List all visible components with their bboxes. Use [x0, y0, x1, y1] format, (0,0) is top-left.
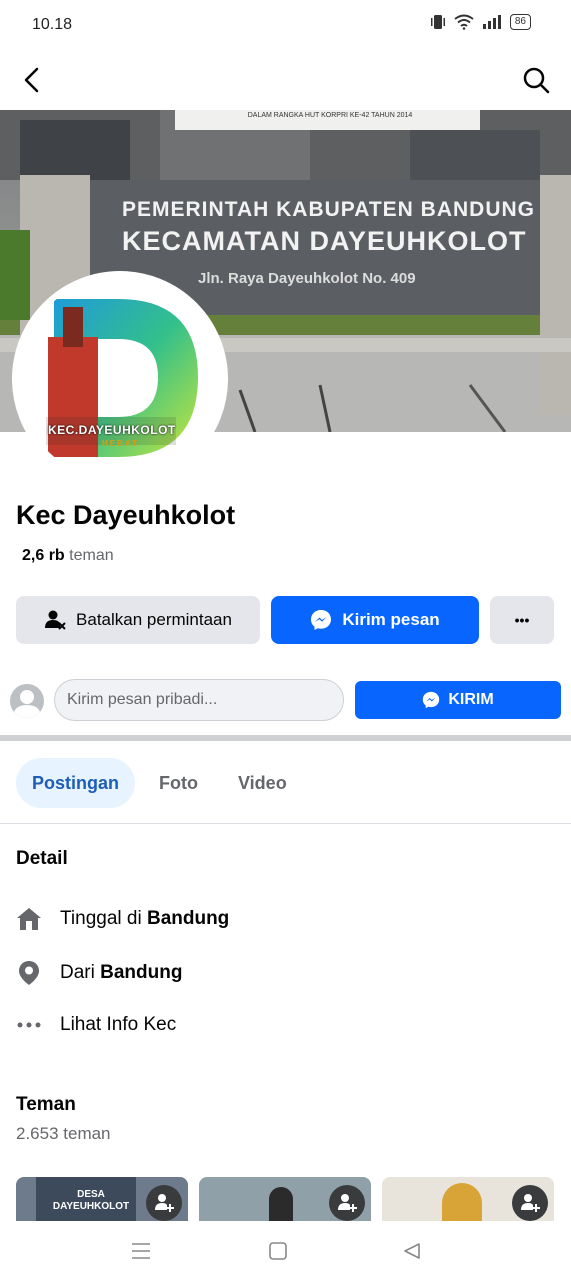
add-friend-button[interactable] [512, 1185, 548, 1221]
default-avatar-icon [10, 684, 44, 718]
friend-card[interactable] [199, 1177, 371, 1221]
home-icon [17, 908, 41, 930]
logo-text-main: KEC.DAYEUHKOLOT [48, 423, 176, 437]
cover-sign-line1: PEMERINTAH KABUPATEN BANDUNG [122, 198, 535, 221]
tab-posts[interactable]: Postingan [16, 758, 136, 808]
friends-heading: Teman [16, 1094, 76, 1115]
tab-photos[interactable]: Foto [143, 758, 214, 808]
messenger-icon [423, 691, 440, 709]
status-icons: 86 [430, 14, 531, 30]
see-info-link[interactable]: Lihat Info Kec [16, 1010, 176, 1040]
friend-card[interactable]: DESA DAYEUHKOLOT [16, 1177, 188, 1221]
top-bar [0, 52, 571, 108]
more-dots-icon [17, 1022, 41, 1028]
cover-sign-top: DALAM RANGKA HUT KORPRI KE-42 TAHUN 2014 [247, 112, 413, 119]
search-button[interactable] [516, 60, 556, 100]
see-info-label: Lihat Info Kec [60, 1014, 177, 1035]
detail-heading: Detail [16, 848, 68, 869]
send-message-label: Kirim pesan [342, 610, 440, 629]
private-message-input[interactable] [54, 679, 344, 721]
cancel-request-button[interactable]: Batalkan permintaan [16, 596, 260, 644]
menu-lines-icon [132, 1243, 150, 1259]
add-friend-button[interactable] [329, 1185, 365, 1221]
detail-lives-in: Tinggal di Bandung [16, 904, 229, 934]
battery-indicator: 86 [509, 14, 531, 30]
vibrate-icon [430, 15, 445, 29]
add-friend-icon [155, 1194, 174, 1212]
lives-in-value[interactable]: Bandung [147, 908, 229, 929]
tabs-divider [0, 823, 571, 824]
friend-card-caption: DESA DAYEUHKOLOT [52, 1189, 130, 1212]
private-message-row: KIRIM [0, 678, 571, 722]
back-button[interactable] [12, 60, 52, 100]
detail-from: Dari Bandung [16, 958, 182, 988]
lives-in-prefix: Tinggal di [60, 908, 142, 929]
back-nav-button[interactable] [402, 1241, 422, 1261]
system-nav-bar [0, 1221, 571, 1280]
home-nav-button[interactable] [268, 1241, 288, 1261]
send-message-button[interactable]: Kirim pesan [271, 596, 479, 644]
page-title: Kec Dayeuhkolot [16, 500, 236, 530]
location-pin-icon [19, 961, 39, 985]
from-prefix: Dari [60, 962, 95, 983]
search-icon [523, 67, 550, 94]
profile-picture[interactable]: KEC.DAYEUHKOLOT HEBAT [12, 271, 228, 487]
friends-total: 2.653 teman [16, 1124, 111, 1143]
add-friend-icon [338, 1194, 357, 1212]
triangle-back-icon [404, 1243, 420, 1259]
add-friend-icon [521, 1194, 540, 1212]
tab-videos[interactable]: Video [222, 758, 303, 808]
section-divider [0, 735, 571, 741]
avatar [10, 684, 44, 718]
back-arrow-icon [24, 67, 39, 93]
status-time: 10.18 [32, 16, 73, 33]
dayeuhkolot-logo [18, 277, 222, 481]
cover-sign-line3: Jln. Raya Dayeuhkolot No. 409 [198, 270, 416, 287]
recent-apps-button[interactable] [130, 1241, 152, 1261]
status-bar: 10.18 86 [0, 0, 571, 48]
friend-photo [442, 1183, 482, 1221]
add-friend-button[interactable] [146, 1185, 182, 1221]
cancel-request-label: Batalkan permintaan [76, 610, 232, 629]
square-icon [269, 1242, 287, 1260]
friends-count-label: teman [69, 547, 114, 564]
more-options-icon: ••• [514, 612, 530, 628]
wifi-icon [454, 14, 474, 30]
signal-icon [482, 15, 501, 29]
send-private-message-button[interactable]: KIRIM [355, 681, 561, 719]
friend-card[interactable] [382, 1177, 554, 1221]
messenger-icon [311, 610, 332, 630]
more-options-button[interactable]: ••• [490, 596, 554, 644]
logo-text-sub: HEBAT [102, 439, 139, 448]
send-private-message-label: KIRIM [448, 691, 494, 708]
from-value[interactable]: Bandung [100, 962, 182, 983]
cover-sign-line2: KECAMATAN DAYEUHKOLOT [122, 226, 527, 256]
profile-tabs: Postingan Foto Video [16, 758, 303, 808]
friend-photo [269, 1187, 293, 1221]
friends-count-value: 2,6 rb [22, 547, 65, 564]
cancel-friend-request-icon [45, 610, 66, 630]
friends-count[interactable]: 2,6 rb teman [22, 547, 114, 565]
